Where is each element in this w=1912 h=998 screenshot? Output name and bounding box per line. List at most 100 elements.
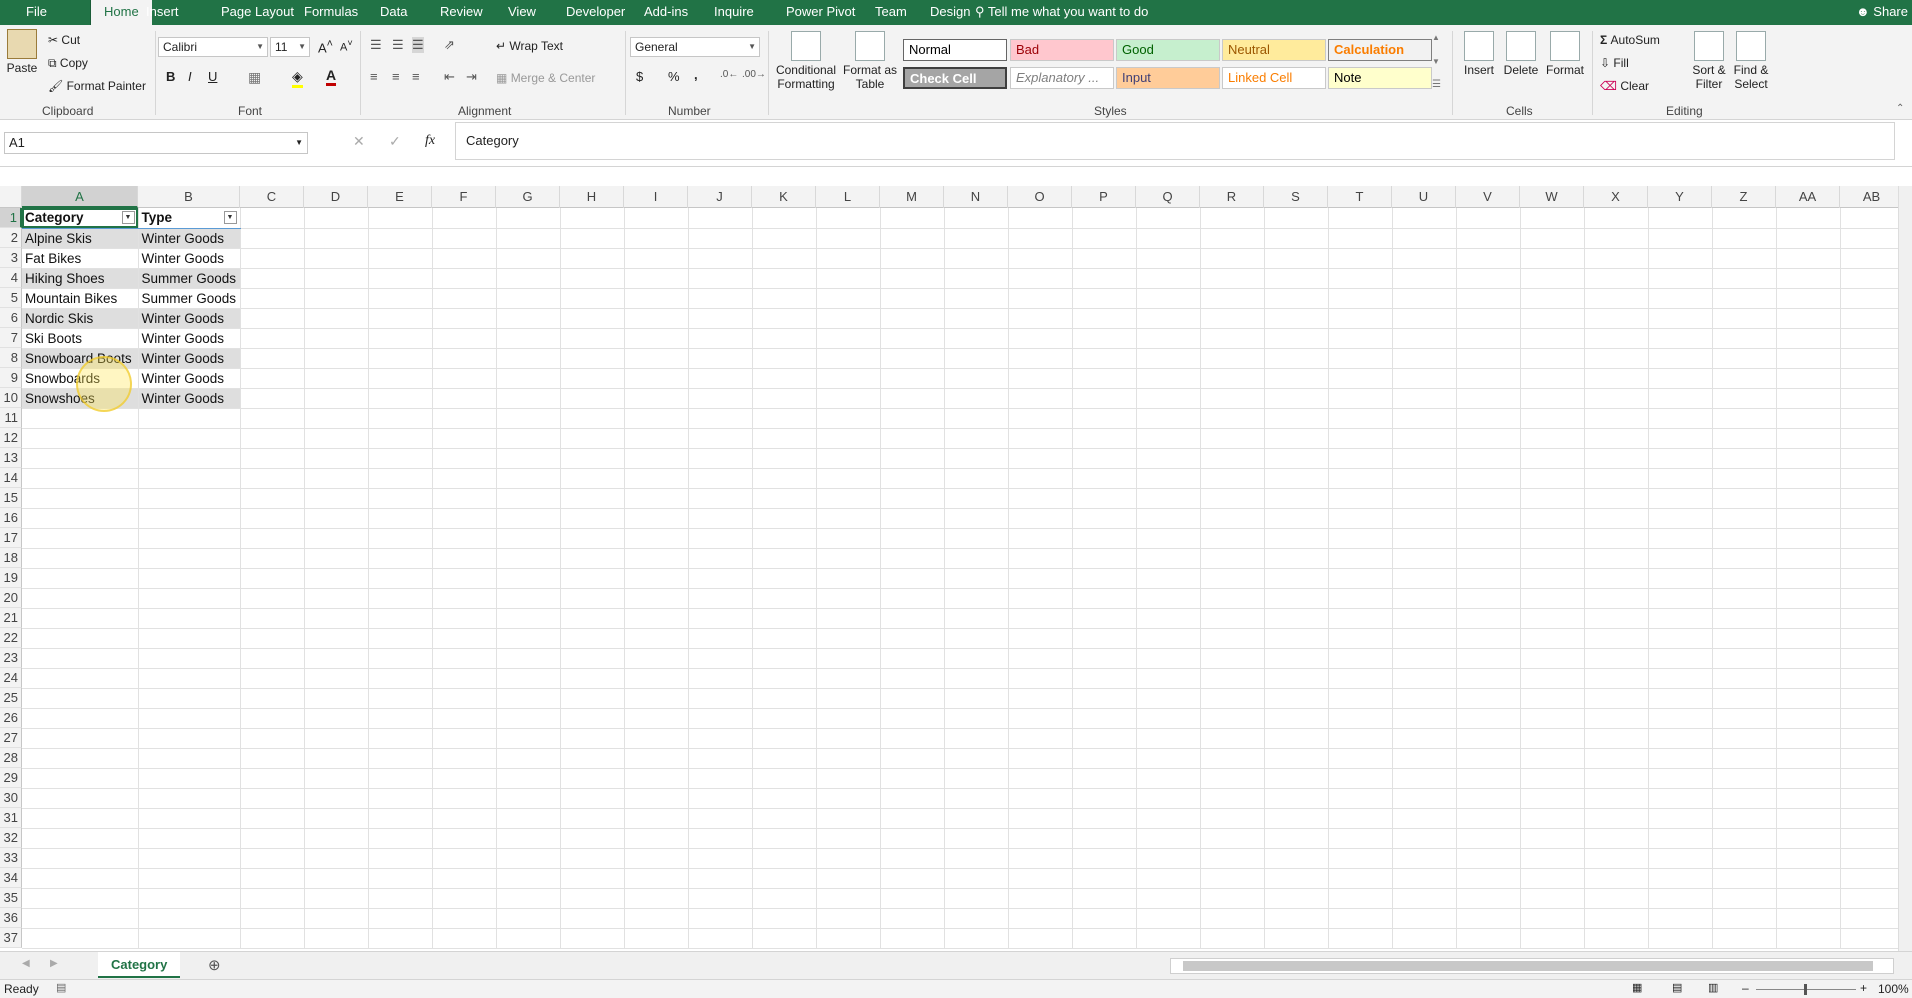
gallery-more-icon[interactable]: ☰: [1432, 79, 1441, 90]
cell-p8[interactable]: [1072, 348, 1137, 369]
cell-v8[interactable]: [1456, 348, 1521, 369]
orientation-icon[interactable]: ⇗: [444, 37, 455, 53]
cell-h9[interactable]: [560, 368, 625, 389]
cell-m31[interactable]: [880, 808, 945, 829]
cell-v10[interactable]: [1456, 388, 1521, 409]
row-header[interactable]: 15: [0, 488, 22, 508]
cell-j18[interactable]: [688, 548, 753, 569]
cell-x6[interactable]: [1584, 308, 1649, 329]
row-header[interactable]: 37: [0, 928, 22, 948]
cell-f13[interactable]: [432, 448, 497, 469]
cell-z19[interactable]: [1712, 568, 1777, 589]
cell-aa35[interactable]: [1776, 888, 1841, 909]
cell-j17[interactable]: [688, 528, 753, 549]
cell-l12[interactable]: [816, 428, 881, 449]
cell-x15[interactable]: [1584, 488, 1649, 509]
cell-x26[interactable]: [1584, 708, 1649, 729]
cell-style-bad[interactable]: Bad: [1010, 39, 1114, 61]
cell-style-input[interactable]: Input: [1116, 67, 1220, 89]
cell-x16[interactable]: [1584, 508, 1649, 529]
cell-o23[interactable]: [1008, 648, 1073, 669]
cell-j9[interactable]: [688, 368, 753, 389]
cell-p6[interactable]: [1072, 308, 1137, 329]
cell-r15[interactable]: [1200, 488, 1265, 509]
cell-d32[interactable]: [304, 828, 369, 849]
cell-c19[interactable]: [240, 568, 305, 589]
cell-n14[interactable]: [944, 468, 1009, 489]
column-header-i[interactable]: I: [624, 186, 688, 208]
cell-ab8[interactable]: [1840, 348, 1905, 369]
cell-o17[interactable]: [1008, 528, 1073, 549]
cell-m32[interactable]: [880, 828, 945, 849]
cell-d23[interactable]: [304, 648, 369, 669]
filter-dropdown-icon[interactable]: ▼: [223, 211, 237, 224]
cell-c4[interactable]: [240, 268, 305, 289]
cell-ab35[interactable]: [1840, 888, 1905, 909]
cell-m15[interactable]: [880, 488, 945, 509]
cell-r21[interactable]: [1200, 608, 1265, 629]
insert-cells-button[interactable]: Insert: [1456, 31, 1502, 77]
cell-z21[interactable]: [1712, 608, 1777, 629]
cell-a25[interactable]: [22, 688, 139, 709]
column-header-g[interactable]: G: [496, 186, 560, 208]
align-left-icon[interactable]: ≡: [370, 69, 378, 84]
cell-u2[interactable]: [1392, 228, 1457, 249]
cell-aa28[interactable]: [1776, 748, 1841, 769]
cell-x22[interactable]: [1584, 628, 1649, 649]
cell-k15[interactable]: [752, 488, 817, 509]
column-header-s[interactable]: S: [1264, 186, 1328, 208]
cell-q6[interactable]: [1136, 308, 1201, 329]
cell-x14[interactable]: [1584, 468, 1649, 489]
cell-d6[interactable]: [304, 308, 369, 329]
cell-u8[interactable]: [1392, 348, 1457, 369]
cell-y24[interactable]: [1648, 668, 1713, 689]
formula-input[interactable]: Category: [455, 122, 1895, 160]
cell-aa7[interactable]: [1776, 328, 1841, 349]
tab-home[interactable]: Home: [90, 0, 152, 25]
cell-b28[interactable]: [138, 748, 241, 769]
cell-v25[interactable]: [1456, 688, 1521, 709]
cell-e37[interactable]: [368, 928, 433, 949]
vertical-scrollbar[interactable]: [1898, 186, 1912, 951]
cell-x7[interactable]: [1584, 328, 1649, 349]
clear-button[interactable]: ⌫ Clear: [1600, 79, 1649, 93]
cell-ab26[interactable]: [1840, 708, 1905, 729]
cell-a3[interactable]: Fat Bikes: [22, 248, 139, 269]
cell-p23[interactable]: [1072, 648, 1137, 669]
bold-button[interactable]: B: [166, 69, 175, 84]
cell-x8[interactable]: [1584, 348, 1649, 369]
cell-i8[interactable]: [624, 348, 689, 369]
cell-v2[interactable]: [1456, 228, 1521, 249]
cell-q14[interactable]: [1136, 468, 1201, 489]
cell-c21[interactable]: [240, 608, 305, 629]
cell-d30[interactable]: [304, 788, 369, 809]
cell-v33[interactable]: [1456, 848, 1521, 869]
cell-s25[interactable]: [1264, 688, 1329, 709]
cell-c26[interactable]: [240, 708, 305, 729]
cell-o19[interactable]: [1008, 568, 1073, 589]
cell-ab7[interactable]: [1840, 328, 1905, 349]
cell-aa4[interactable]: [1776, 268, 1841, 289]
cell-t20[interactable]: [1328, 588, 1393, 609]
column-header-x[interactable]: X: [1584, 186, 1648, 208]
cell-x31[interactable]: [1584, 808, 1649, 829]
cell-w35[interactable]: [1520, 888, 1585, 909]
cell-t32[interactable]: [1328, 828, 1393, 849]
cell-p26[interactable]: [1072, 708, 1137, 729]
cell-v32[interactable]: [1456, 828, 1521, 849]
cell-t21[interactable]: [1328, 608, 1393, 629]
cell-d12[interactable]: [304, 428, 369, 449]
tab-inquire[interactable]: Inquire: [714, 0, 754, 25]
cell-f37[interactable]: [432, 928, 497, 949]
cell-z26[interactable]: [1712, 708, 1777, 729]
cell-w25[interactable]: [1520, 688, 1585, 709]
cell-ab12[interactable]: [1840, 428, 1905, 449]
cell-ab24[interactable]: [1840, 668, 1905, 689]
cell-i37[interactable]: [624, 928, 689, 949]
cell-ab3[interactable]: [1840, 248, 1905, 269]
cell-h32[interactable]: [560, 828, 625, 849]
cell-ab4[interactable]: [1840, 268, 1905, 289]
cell-e9[interactable]: [368, 368, 433, 389]
cell-k27[interactable]: [752, 728, 817, 749]
cell-x9[interactable]: [1584, 368, 1649, 389]
